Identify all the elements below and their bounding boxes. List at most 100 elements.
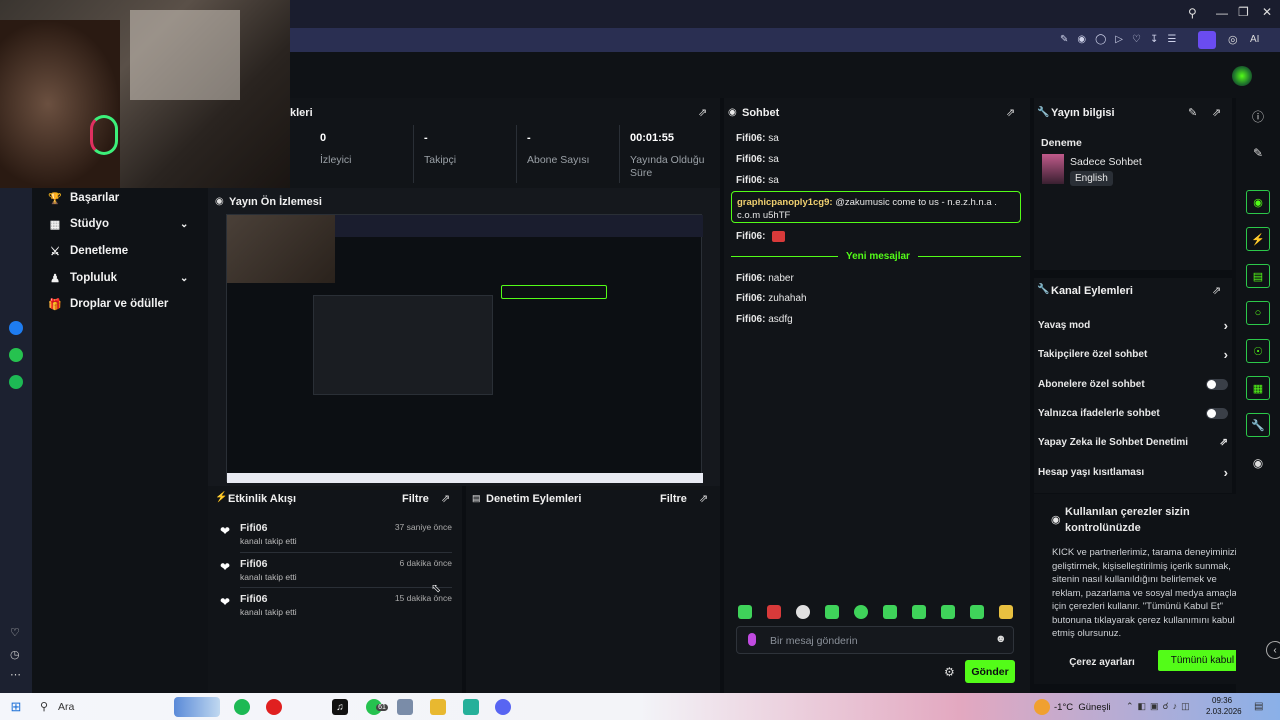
broadcast-icon[interactable]: ☉: [1246, 339, 1270, 363]
send-button[interactable]: Gönder: [965, 660, 1015, 683]
filter-button[interactable]: Filtre: [402, 493, 429, 505]
toggle-switch[interactable]: [1206, 378, 1228, 390]
emote-icon[interactable]: [825, 605, 839, 619]
person: [0, 20, 120, 188]
emote-icon[interactable]: [999, 605, 1013, 619]
tiktok-icon[interactable]: ♫: [332, 699, 348, 715]
clock-time[interactable]: 09:36: [1212, 696, 1232, 705]
popout-icon[interactable]: ⇗: [699, 492, 708, 505]
bolt-icon[interactable]: ⚡: [1246, 227, 1270, 251]
discord-icon[interactable]: [495, 699, 511, 715]
chat-message: Fifi06: asdfg: [736, 314, 793, 325]
popout-icon[interactable]: ⇗: [441, 492, 450, 505]
webcam-overlay: [0, 0, 290, 188]
cookie-settings-button[interactable]: Çerez ayarları: [1054, 651, 1150, 673]
chat-message: Fifi06: sa: [736, 133, 779, 144]
os-side-strip: ♡ ◷ ⋯: [0, 188, 32, 693]
emote-icon[interactable]: [796, 605, 810, 619]
chat-icon[interactable]: ○: [1246, 301, 1270, 325]
emote-icon[interactable]: [738, 605, 752, 619]
info-icon[interactable]: ⓘ: [1246, 104, 1270, 128]
stat-uptime: 00:01:55 Yayında Olduğu Süre: [630, 132, 705, 179]
emoji-icon[interactable]: ☻: [995, 633, 1007, 645]
minimize-icon[interactable]: —: [1216, 6, 1228, 20]
collapse-arrow-icon[interactable]: ‹: [1266, 641, 1280, 659]
document-icon[interactable]: ▤: [1246, 264, 1270, 288]
shelf: [130, 10, 240, 100]
list-icon[interactable]: ▦: [1246, 376, 1270, 400]
windows-start-icon[interactable]: ⊞: [8, 699, 24, 715]
emote-icon[interactable]: [854, 605, 868, 619]
category-thumbnail: [1042, 154, 1064, 184]
sidebar-item-drops[interactable]: 🎁 Droplar ve ödüller: [48, 294, 168, 314]
sword-icon: ⚔: [50, 245, 60, 258]
close-icon[interactable]: ✕: [1262, 5, 1272, 19]
sidebar-item-achievements[interactable]: 🏆 Başarılar: [48, 188, 119, 208]
sidebar-item-community[interactable]: ♟ Topluluk ⌄: [48, 268, 188, 288]
spotify-icon[interactable]: [234, 699, 250, 715]
panel-title: Kanal Eylemleri: [1051, 285, 1133, 297]
action-account-age[interactable]: Hesap yaşı kısıtlaması ›: [1038, 463, 1228, 481]
preview-icon[interactable]: ◉: [1246, 190, 1270, 214]
chat-input[interactable]: Bir mesaj gönderin ☻: [736, 626, 1014, 654]
pencil-icon[interactable]: ✎: [1246, 141, 1270, 165]
heart-icon[interactable]: ♡: [10, 626, 20, 639]
sidebar-item-studio[interactable]: ▦ Stüdyo ⌄: [48, 214, 189, 234]
action-slow-mode[interactable]: Yavaş mod ›: [1038, 316, 1228, 334]
tray-icons[interactable]: ⌃◧▣☌♪◫: [1126, 701, 1194, 712]
emote-icon[interactable]: [912, 605, 926, 619]
avatar[interactable]: [1232, 66, 1252, 86]
more-icon[interactable]: ⋯: [10, 668, 21, 681]
weather-text[interactable]: -1°C Güneşli: [1054, 702, 1111, 713]
emote-icon[interactable]: [767, 605, 781, 619]
action-ai-moderation[interactable]: Yapay Zeka ile Sohbet Denetimi ⇗: [1038, 433, 1228, 451]
extension-icon[interactable]: ◎: [1228, 33, 1238, 46]
emote-icon[interactable]: [883, 605, 897, 619]
messenger-icon[interactable]: [9, 321, 23, 335]
toggle-switch[interactable]: [1206, 407, 1228, 419]
popout-icon[interactable]: ⇗: [1212, 284, 1221, 297]
opera-icon[interactable]: [266, 699, 282, 715]
sidebar-item-moderation[interactable]: ⚔ Denetleme: [48, 241, 128, 261]
stream-preview-video[interactable]: [226, 214, 703, 483]
search-icon[interactable]: ⚲: [1188, 6, 1197, 20]
heart-icon: ❤: [220, 524, 231, 538]
app-icon[interactable]: [397, 699, 413, 715]
preview-webcam: [227, 215, 335, 283]
popout-icon[interactable]: ⇗: [1212, 106, 1221, 119]
folder-icon[interactable]: [430, 699, 446, 715]
profile-icon[interactable]: [1198, 31, 1216, 49]
heart-icon: ❤: [220, 560, 231, 574]
ai-button[interactable]: AI: [1250, 34, 1259, 45]
clock-icon[interactable]: ◷: [10, 648, 20, 661]
panel-title: Sohbet: [742, 107, 780, 119]
emote-icon[interactable]: [970, 605, 984, 619]
maximize-icon[interactable]: ❐: [1238, 5, 1249, 19]
cookie-icon[interactable]: ◉: [1246, 451, 1270, 475]
whatsapp-icon[interactable]: [9, 348, 23, 362]
search-highlight-image: [174, 697, 220, 717]
wrench-icon[interactable]: 🔧: [1246, 413, 1270, 437]
notifications-icon[interactable]: ▤: [1254, 701, 1263, 712]
browser-toolbar: ✎◉◯▷♡↧☰ ◎ AI: [290, 28, 1280, 52]
emote-icon[interactable]: [941, 605, 955, 619]
divider: [240, 587, 452, 588]
app-icon[interactable]: [463, 699, 479, 715]
filter-button[interactable]: Filtre: [660, 493, 687, 505]
gift-icon: 🎁: [48, 298, 62, 311]
popout-icon[interactable]: ⇗: [1006, 106, 1015, 119]
chat-panel: ◉ Sohbet ⇗: [724, 98, 1030, 693]
settings-gear-icon[interactable]: ⚙: [944, 665, 955, 679]
clock-date[interactable]: 2.03.2026: [1206, 707, 1242, 716]
category-name[interactable]: Sadece Sohbet: [1070, 156, 1142, 168]
action-followers-only[interactable]: Takipçilere özel sohbet ›: [1038, 345, 1228, 363]
cookie-icon: ◉: [1051, 514, 1061, 526]
preview-icon: ◉: [215, 196, 224, 207]
microphone-icon[interactable]: [748, 633, 756, 646]
taskbar-search[interactable]: ⚲ Ara: [36, 697, 222, 717]
stat-subscribers: - Abone Sayısı: [527, 132, 590, 166]
edit-icon[interactable]: ✎: [1188, 106, 1197, 119]
spotify-icon[interactable]: [9, 375, 23, 389]
whatsapp-icon[interactable]: 61: [366, 699, 388, 715]
popout-icon[interactable]: ⇗: [698, 106, 707, 119]
